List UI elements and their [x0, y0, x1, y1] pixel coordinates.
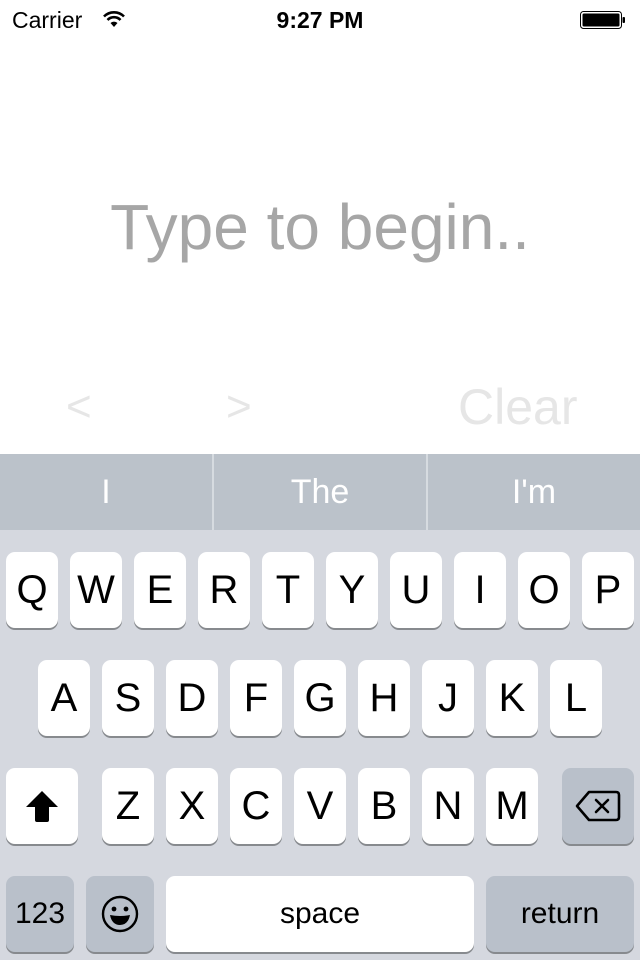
key-b[interactable]: B	[358, 768, 410, 844]
key-q[interactable]: Q	[6, 552, 58, 628]
next-button[interactable]: >	[226, 382, 252, 432]
key-n[interactable]: N	[422, 768, 474, 844]
key-h[interactable]: H	[358, 660, 410, 736]
suggestion-item[interactable]: I	[0, 454, 214, 530]
suggestion-item[interactable]: The	[214, 454, 428, 530]
shift-key[interactable]	[6, 768, 78, 844]
key-l[interactable]: L	[550, 660, 602, 736]
key-g[interactable]: G	[294, 660, 346, 736]
key-a[interactable]: A	[38, 660, 90, 736]
space-key[interactable]: space	[166, 876, 474, 952]
key-z[interactable]: Z	[102, 768, 154, 844]
key-o[interactable]: O	[518, 552, 570, 628]
battery-full-icon	[580, 11, 625, 29]
backspace-icon	[575, 790, 621, 822]
key-v[interactable]: V	[294, 768, 346, 844]
emoji-icon	[101, 895, 139, 933]
status-bar: Carrier 9:27 PM	[0, 0, 640, 40]
key-p[interactable]: P	[582, 552, 634, 628]
text-placeholder[interactable]: Type to begin..	[0, 190, 640, 264]
key-c[interactable]: C	[230, 768, 282, 844]
clear-button[interactable]: Clear	[458, 378, 577, 436]
emoji-key[interactable]	[86, 876, 154, 952]
keyboard: QWERTYUIOP ASDFGHJKL ZXCVBNM 123 space r…	[0, 530, 640, 960]
key-x[interactable]: X	[166, 768, 218, 844]
suggestion-bar: I The I'm	[0, 454, 640, 530]
delete-key[interactable]	[562, 768, 634, 844]
clock: 9:27 PM	[276, 7, 364, 33]
key-i[interactable]: I	[454, 552, 506, 628]
suggestion-item[interactable]: I'm	[428, 454, 640, 530]
key-r[interactable]: R	[198, 552, 250, 628]
shift-arrow-icon	[26, 791, 58, 822]
previous-button[interactable]: <	[66, 382, 92, 432]
numbers-key[interactable]: 123	[6, 876, 74, 952]
key-y[interactable]: Y	[326, 552, 378, 628]
key-e[interactable]: E	[134, 552, 186, 628]
key-m[interactable]: M	[486, 768, 538, 844]
key-f[interactable]: F	[230, 660, 282, 736]
key-j[interactable]: J	[422, 660, 474, 736]
key-s[interactable]: S	[102, 660, 154, 736]
key-d[interactable]: D	[166, 660, 218, 736]
key-w[interactable]: W	[70, 552, 122, 628]
key-k[interactable]: K	[486, 660, 538, 736]
return-key[interactable]: return	[486, 876, 634, 952]
key-u[interactable]: U	[390, 552, 442, 628]
key-t[interactable]: T	[262, 552, 314, 628]
